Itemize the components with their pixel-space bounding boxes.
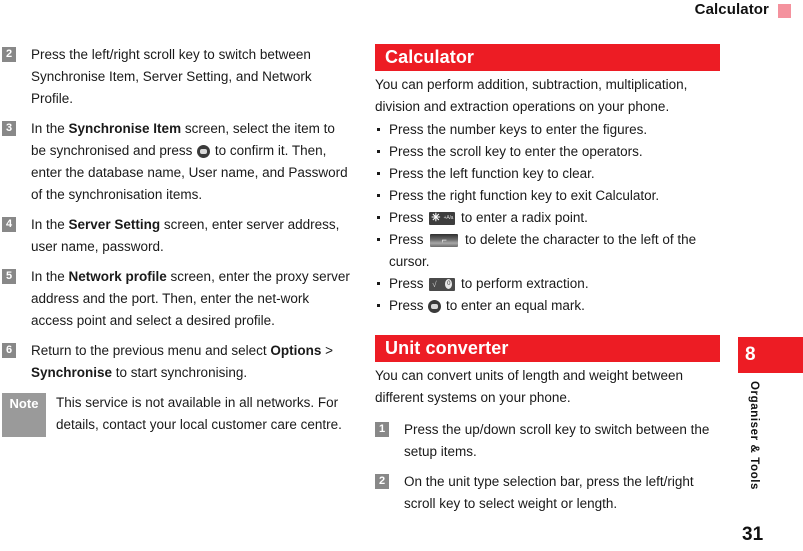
body-text: Press the left/right scroll key to switc… xyxy=(31,47,312,106)
body-text: to start synchronising. xyxy=(112,365,248,380)
section-intro: You can convert units of length and weig… xyxy=(375,368,683,405)
page-header: Calculator xyxy=(0,0,803,26)
section-intro: You can perform addition, subtraction, m… xyxy=(375,77,688,114)
emphasis-text: Server Setting xyxy=(68,217,161,232)
ok-key-icon xyxy=(197,145,211,158)
body-text: Press the up/down scroll key to switch b… xyxy=(404,422,710,459)
step-item: 2 Press the left/right scroll key to swit… xyxy=(2,44,350,110)
emphasis-text: Synchronise Item xyxy=(68,121,182,136)
body-text: Press xyxy=(389,210,428,225)
right-column: Calculator You can perform addition, subt… xyxy=(375,44,723,523)
left-column: 2 Press the left/right scroll key to swit… xyxy=(2,44,350,445)
bullet-item: Press ✳ +A/a to enter a radix point. xyxy=(375,207,723,229)
bullet-dot-icon xyxy=(377,128,380,131)
step-item: 6 Return to the previous menu and select … xyxy=(2,340,350,384)
bullet-item: Press the scroll key to enter the operat… xyxy=(375,141,723,163)
step-text: Press the left/right scroll key to switc… xyxy=(31,44,350,110)
step-number: 6 xyxy=(2,343,16,358)
step-number: 1 xyxy=(375,422,389,437)
step-text: In the Server Setting screen, enter serv… xyxy=(31,214,350,258)
numbered-steps-list: 1 Press the up/down scroll key to switch … xyxy=(375,419,723,515)
step-number: 4 xyxy=(2,217,16,232)
bullet-item: Press the left function key to clear. xyxy=(375,163,723,185)
bullet-dot-icon xyxy=(377,304,380,307)
body-text: On the unit type selection bar, press th… xyxy=(404,474,694,511)
clear-key-icon: ⌐ xyxy=(430,234,459,247)
star-key-icon: ✳ +A/a xyxy=(429,212,456,225)
bullet-dot-icon xyxy=(377,238,380,241)
emphasis-text: Network profile xyxy=(68,269,167,284)
body-text: Press xyxy=(389,276,428,291)
note-label: Note xyxy=(2,393,46,437)
step-text: In the Network profile screen, enter the… xyxy=(31,266,350,332)
body-text: Return to the previous menu and select xyxy=(31,343,271,358)
bullet-dot-icon xyxy=(377,282,380,285)
bullet-item: Press √ 0 to perform extraction. xyxy=(375,273,723,295)
sqrt-key-icon: √ 0 xyxy=(429,278,456,291)
step-item: 2 On the unit type selection bar, press t… xyxy=(375,471,723,515)
emphasis-text: Options xyxy=(270,343,322,358)
body-text: Press xyxy=(389,232,428,247)
note-text: This service is not available in all net… xyxy=(56,395,342,432)
step-number: 2 xyxy=(2,47,16,62)
header-color-mark xyxy=(778,4,791,18)
bullet-item: Press to enter an equal mark. xyxy=(375,295,723,317)
step-number: 2 xyxy=(375,474,389,489)
step-text: In the Synchronise Item screen, select t… xyxy=(31,118,350,206)
step-text: Press the up/down scroll key to switch b… xyxy=(404,419,723,463)
content-section: Calculator You can perform addition, subt… xyxy=(375,44,723,317)
bullet-item: Press ⌐ to delete the character to the l… xyxy=(375,229,723,273)
step-text: On the unit type selection bar, press th… xyxy=(404,471,723,515)
step-number: 5 xyxy=(2,269,16,284)
page-number: 31 xyxy=(742,524,764,545)
left-steps-list: 2 Press the left/right scroll key to swit… xyxy=(2,44,350,384)
bullet-dot-icon xyxy=(377,194,380,197)
bullet-dot-icon xyxy=(377,172,380,175)
note-block: Note This service is not available in al… xyxy=(2,392,350,437)
step-item: 1 Press the up/down scroll key to switch … xyxy=(375,419,723,463)
content-section: Unit converter You can convert units of l… xyxy=(375,335,723,515)
chapter-label: Organiser & Tools xyxy=(748,381,760,491)
step-item: 4 In the Server Setting screen, enter ser… xyxy=(2,214,350,258)
body-text: Press the scroll key to enter the operat… xyxy=(389,144,643,159)
bullet-dot-icon xyxy=(377,150,380,153)
right-sections-list: Calculator You can perform addition, subt… xyxy=(375,44,723,515)
step-number: 3 xyxy=(2,121,16,136)
step-item: 3 In the Synchronise Item screen, select … xyxy=(2,118,350,206)
bullet-list: Press the number keys to enter the figur… xyxy=(375,119,723,317)
body-text: In the xyxy=(31,269,69,284)
section-banner: Unit converter xyxy=(375,335,720,362)
bullet-item: Press the right function key to exit Cal… xyxy=(375,185,723,207)
body-text: In the xyxy=(31,121,69,136)
chapter-tab: 8 xyxy=(738,337,803,373)
chapter-number: 8 xyxy=(745,344,756,365)
body-text: Press the right function key to exit Cal… xyxy=(389,188,660,203)
bullet-dot-icon xyxy=(377,216,380,219)
body-text: In the xyxy=(31,217,69,232)
ok-key-icon xyxy=(428,300,442,313)
body-text: to enter a radix point. xyxy=(457,210,588,225)
section-banner: Calculator xyxy=(375,44,720,71)
body-text: to perform extraction. xyxy=(457,276,589,291)
emphasis-text: Synchronise xyxy=(31,365,113,380)
body-text: to enter an equal mark. xyxy=(442,298,585,313)
header-title: Calculator xyxy=(694,1,769,18)
step-text: Return to the previous menu and select O… xyxy=(31,340,350,384)
step-item: 5 In the Network profile screen, enter th… xyxy=(2,266,350,332)
body-text: Press the number keys to enter the figur… xyxy=(389,122,648,137)
bullet-item: Press the number keys to enter the figur… xyxy=(375,119,723,141)
body-text: > xyxy=(321,343,334,358)
body-text: Press the left function key to clear. xyxy=(389,166,595,181)
body-text: Press xyxy=(389,298,428,313)
